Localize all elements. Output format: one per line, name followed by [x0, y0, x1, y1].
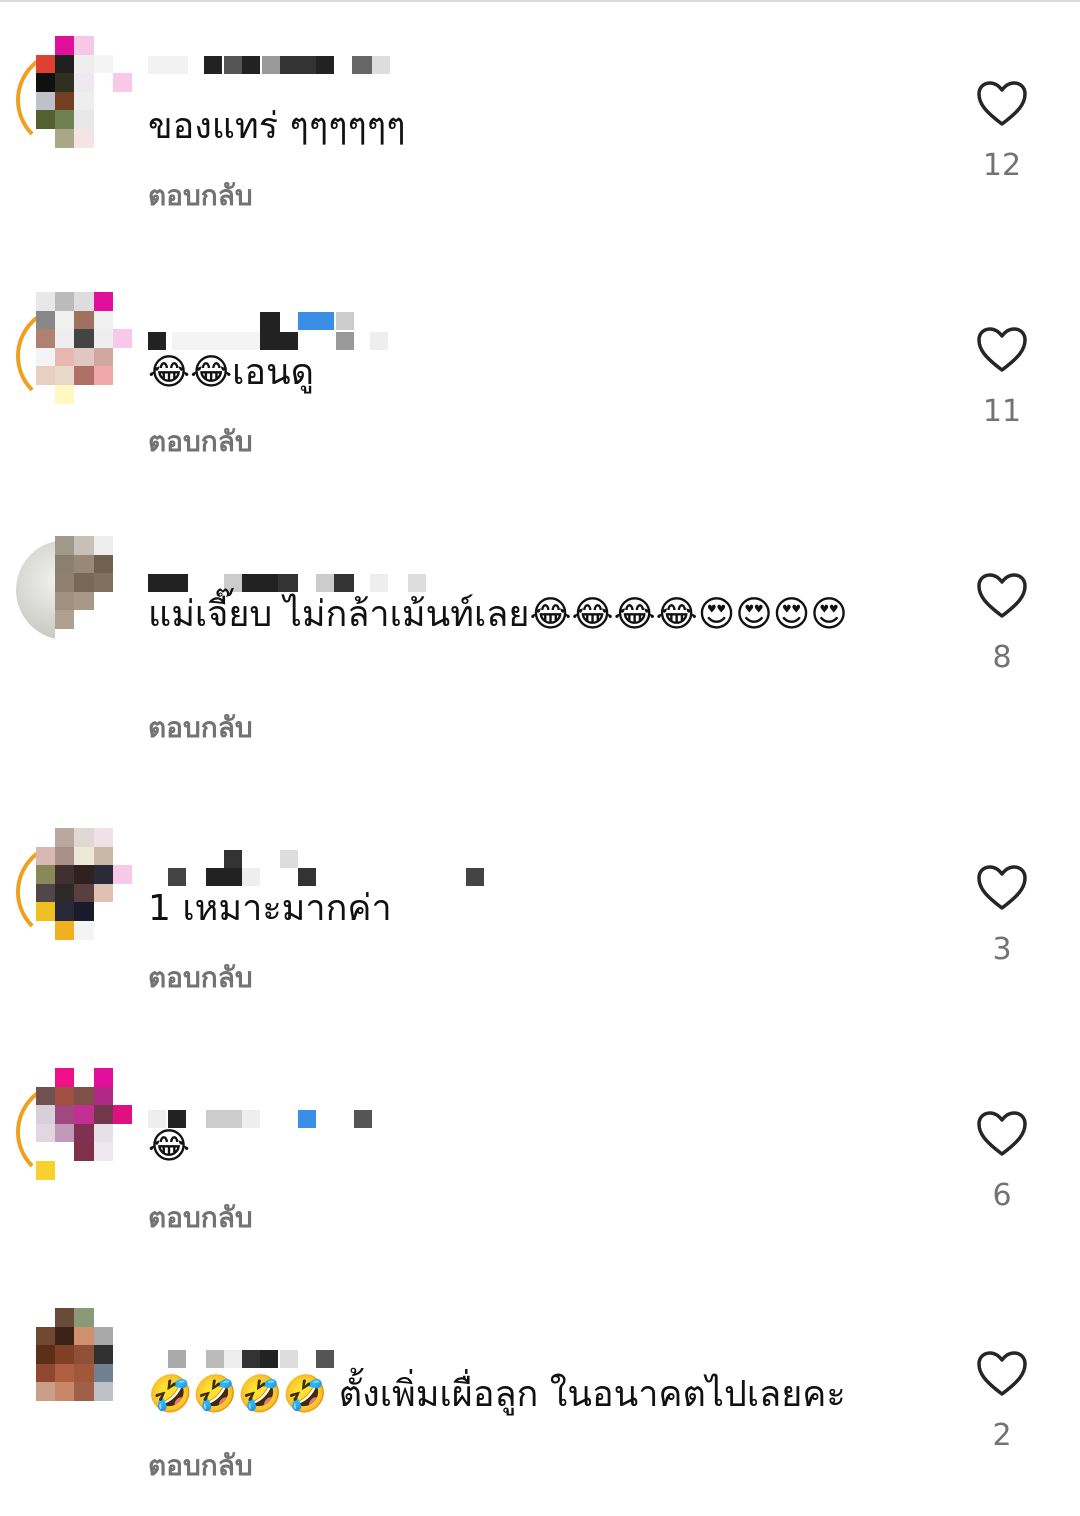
avatar[interactable]: [16, 536, 132, 652]
reply-button[interactable]: ตอบกลับ: [148, 174, 253, 218]
like-count: 12: [982, 148, 1022, 183]
heart-outline-icon[interactable]: [976, 864, 1028, 912]
reply-button[interactable]: ตอบกลับ: [148, 956, 253, 1000]
reply-button[interactable]: ตอบกลับ: [148, 1444, 253, 1488]
heart-outline-icon[interactable]: [976, 1350, 1028, 1398]
heart-outline-icon[interactable]: [976, 1110, 1028, 1158]
comment-text: แม่เจี๊ยบ ไม่กล้าเม้นท์เลย😂😂😂😂😍😍😍😍: [148, 594, 848, 635]
comment-text: 🤣🤣🤣🤣 ตั้งเพิ่มเผื่อลูก ในอนาคตไปเลยคะ: [148, 1374, 846, 1415]
reply-button[interactable]: ตอบกลับ: [148, 706, 253, 750]
heart-outline-icon[interactable]: [976, 572, 1028, 620]
like-count: 6: [992, 1178, 1012, 1213]
username-redacted[interactable]: [148, 312, 408, 350]
comment-text: 😂😂เอนดู: [148, 352, 315, 393]
avatar[interactable]: [16, 828, 132, 944]
username-redacted[interactable]: [148, 848, 484, 886]
reply-button[interactable]: ตอบกลับ: [148, 420, 253, 464]
username-redacted[interactable]: [148, 1328, 408, 1368]
like-count: 2: [992, 1418, 1012, 1453]
comment-text: 1 เหมาะมากค่า: [148, 888, 392, 929]
avatar[interactable]: [16, 36, 132, 152]
username-redacted[interactable]: [148, 1088, 408, 1128]
heart-outline-icon[interactable]: [976, 326, 1028, 374]
avatar[interactable]: [16, 292, 132, 408]
heart-outline-icon[interactable]: [976, 80, 1028, 128]
comment-text: 😂: [148, 1126, 191, 1167]
like-count: 8: [992, 640, 1012, 675]
like-count: 11: [982, 394, 1022, 429]
avatar[interactable]: [16, 1068, 132, 1184]
like-count: 3: [992, 932, 1012, 967]
reply-button[interactable]: ตอบกลับ: [148, 1196, 253, 1240]
avatar[interactable]: [16, 1308, 132, 1424]
username-redacted[interactable]: [148, 56, 408, 76]
top-divider: [0, 0, 1080, 2]
comment-text: ของแทร่ ๆๆๆๆๆๆ: [148, 106, 406, 147]
username-redacted[interactable]: [148, 556, 426, 592]
